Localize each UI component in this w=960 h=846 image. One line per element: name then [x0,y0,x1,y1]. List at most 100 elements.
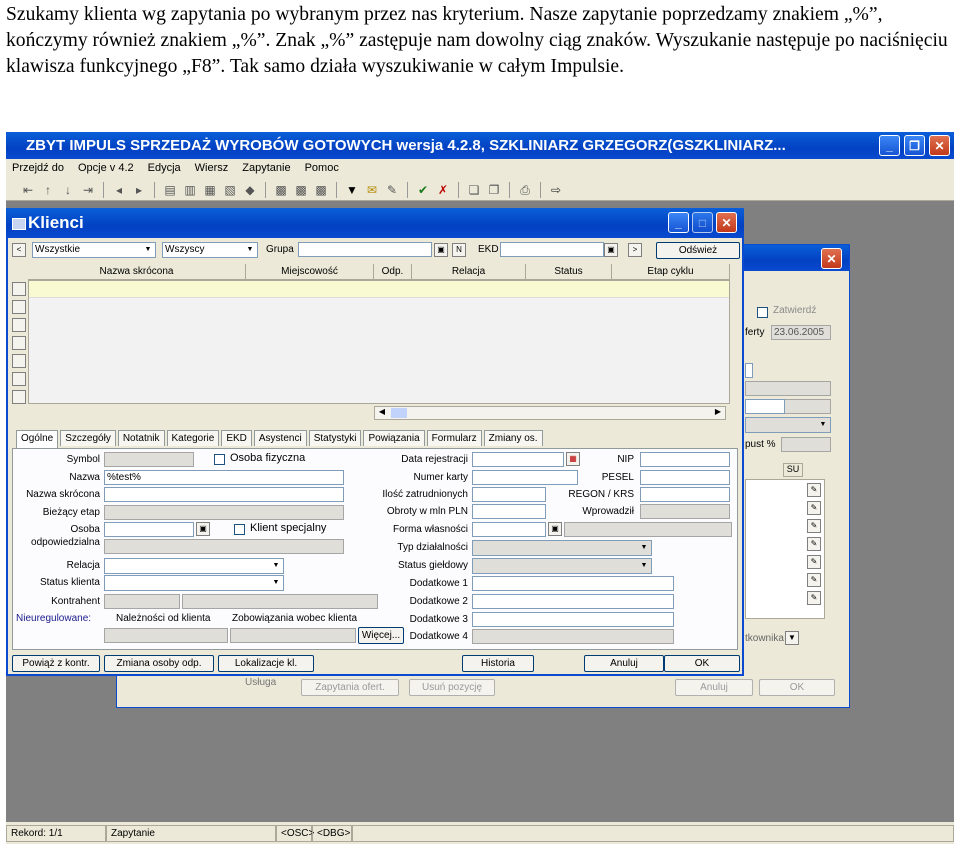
usun-pozycje-button[interactable]: Usuń pozycję [409,679,495,696]
minimize-icon[interactable]: _ [879,135,900,156]
tab-kategorie[interactable]: Kategorie [166,430,220,446]
filter-icon[interactable]: ▼ [344,182,360,198]
osoba-fizyczna-checkbox[interactable] [214,454,225,465]
mail-icon[interactable]: ✉ [364,182,380,198]
symbol-field[interactable] [104,452,194,467]
ilosc-zatrudnionych-field[interactable] [472,487,546,502]
eraser-icon[interactable]: ◆ [242,182,258,198]
forma-wlasnosci-field[interactable] [472,522,546,537]
relacja-combo[interactable]: ▼ [104,558,284,574]
minimize-icon[interactable]: _ [668,212,689,233]
calendar-icon[interactable]: ▣ [434,243,448,257]
tab-statystyki[interactable]: Statystyki [308,430,362,446]
row-selector[interactable] [12,282,26,296]
grupa-field[interactable] [298,242,432,257]
edit-row-icon[interactable]: ✎ [807,483,821,497]
tab-ogolne[interactable]: Ogólne [16,430,59,448]
zmiana-osoby-button[interactable]: Zmiana osoby odp. [104,655,214,672]
col-status[interactable]: Status [526,264,612,280]
row-selector[interactable] [12,390,26,404]
edit-row-icon[interactable]: ✎ [807,537,821,551]
chevron-down-icon[interactable]: ▼ [817,419,829,431]
offer-field-1[interactable] [745,363,753,378]
klienci-title-bar[interactable]: Klienci [6,208,744,238]
odswiez-button[interactable]: Odśwież [656,242,740,259]
next-block-icon[interactable]: ▸ [131,182,147,198]
offer-ok-button[interactable]: OK [759,679,835,696]
enter-query-icon[interactable]: ▩ [273,182,289,198]
scroll-thumb[interactable] [391,408,407,418]
copy-icon[interactable]: ❏ [466,182,482,198]
next-nav-icon[interactable]: > [628,243,642,257]
previous-block-icon[interactable]: ◂ [111,182,127,198]
print-icon[interactable]: ⎙ [517,182,533,198]
close-icon[interactable]: ✕ [929,135,950,156]
chevron-down-icon[interactable]: ▼ [270,577,282,589]
delete-record-icon[interactable]: ▥ [182,182,198,198]
dodatkowe2-field[interactable] [472,594,674,609]
maximize-icon[interactable]: ❐ [904,135,925,156]
ok-button[interactable]: OK [664,655,740,672]
tab-formularz[interactable]: Formularz [426,430,482,446]
col-odp[interactable]: Odp. [374,264,412,280]
horizontal-scrollbar[interactable]: ◀ ▶ [374,406,726,420]
menu-item-zapytanie[interactable]: Zapytanie [242,162,290,174]
status-klienta-combo[interactable]: ▼ [104,575,284,591]
table-row[interactable] [29,281,729,298]
wprowadzil-field[interactable] [640,504,730,519]
tab-powiazania[interactable]: Powiązania [363,430,425,446]
forma-wlasnosci-name-field[interactable] [564,522,732,537]
col-nazwa-skrocona[interactable]: Nazwa skrócona [28,264,246,280]
offer-combo[interactable]: ▼ [745,417,831,433]
data-rejestracji-field[interactable] [472,452,564,467]
tab-notatnik[interactable]: Notatnik [117,430,165,446]
biezacy-etap-field[interactable] [104,505,344,520]
zatwierdz-checkbox[interactable] [757,307,768,318]
clear-record-icon[interactable]: ▧ [222,182,238,198]
zobowiazania-field[interactable] [230,628,356,643]
close-icon[interactable]: ✕ [716,212,737,233]
chevron-down-icon[interactable]: ▼ [142,244,154,256]
nazwa-skrocona-field[interactable] [104,487,344,502]
nip-field[interactable] [640,452,730,467]
chevron-down-icon[interactable]: ▼ [785,631,799,645]
zapytania-ofert-button[interactable]: Zapytania ofert. [301,679,399,696]
tab-szczegoly[interactable]: Szczegóły [60,430,116,446]
save-icon[interactable]: ✔ [415,182,431,198]
chevron-down-icon[interactable]: ▼ [244,244,256,256]
paste-icon[interactable]: ❐ [486,182,502,198]
dodatkowe1-field[interactable] [472,576,674,591]
chevron-down-icon[interactable]: ▼ [270,560,282,572]
typ-dzialalnosci-combo[interactable]: ▼ [472,540,652,556]
ekd-field[interactable] [500,242,604,257]
edit-row-icon[interactable]: ✎ [807,591,821,605]
row-selector[interactable] [12,300,26,314]
naleznosci-field[interactable] [104,628,228,643]
maximize-icon[interactable]: □ [692,212,713,233]
powiaz-z-kontr-button[interactable]: Powiąż z kontr. [12,655,100,672]
menu-item-przejdz[interactable]: Przejdź do [12,162,64,174]
kontrahent-field[interactable] [104,594,180,609]
execute-query-icon[interactable]: ▩ [293,182,309,198]
prev-nav-icon[interactable]: < [12,243,26,257]
dodatkowe3-field[interactable] [472,612,674,627]
row-selector[interactable] [12,372,26,386]
up-arrow-icon[interactable]: ↑ [40,182,56,198]
calendar-icon[interactable]: ▣ [196,522,210,536]
tools-icon[interactable]: ✎ [384,182,400,198]
dodatkowe4-field[interactable] [472,629,674,644]
cancel-query-icon[interactable]: ▩ [313,182,329,198]
row-selector[interactable] [12,336,26,350]
klient-specjalny-checkbox[interactable] [234,524,245,535]
col-miejscowosc[interactable]: Miejscowość [246,264,374,280]
offer-field-4[interactable] [745,399,785,414]
kontrahent-name-field[interactable] [182,594,378,609]
nazwa-field[interactable]: %test% [104,470,344,485]
insert-record-icon[interactable]: ▤ [162,182,178,198]
menu-item-wiersz[interactable]: Wiersz [195,162,229,174]
row-selector[interactable] [12,318,26,332]
pesel-field[interactable] [640,470,730,485]
edit-row-icon[interactable]: ✎ [807,519,821,533]
historia-button[interactable]: Historia [462,655,534,672]
regon-field[interactable] [640,487,730,502]
